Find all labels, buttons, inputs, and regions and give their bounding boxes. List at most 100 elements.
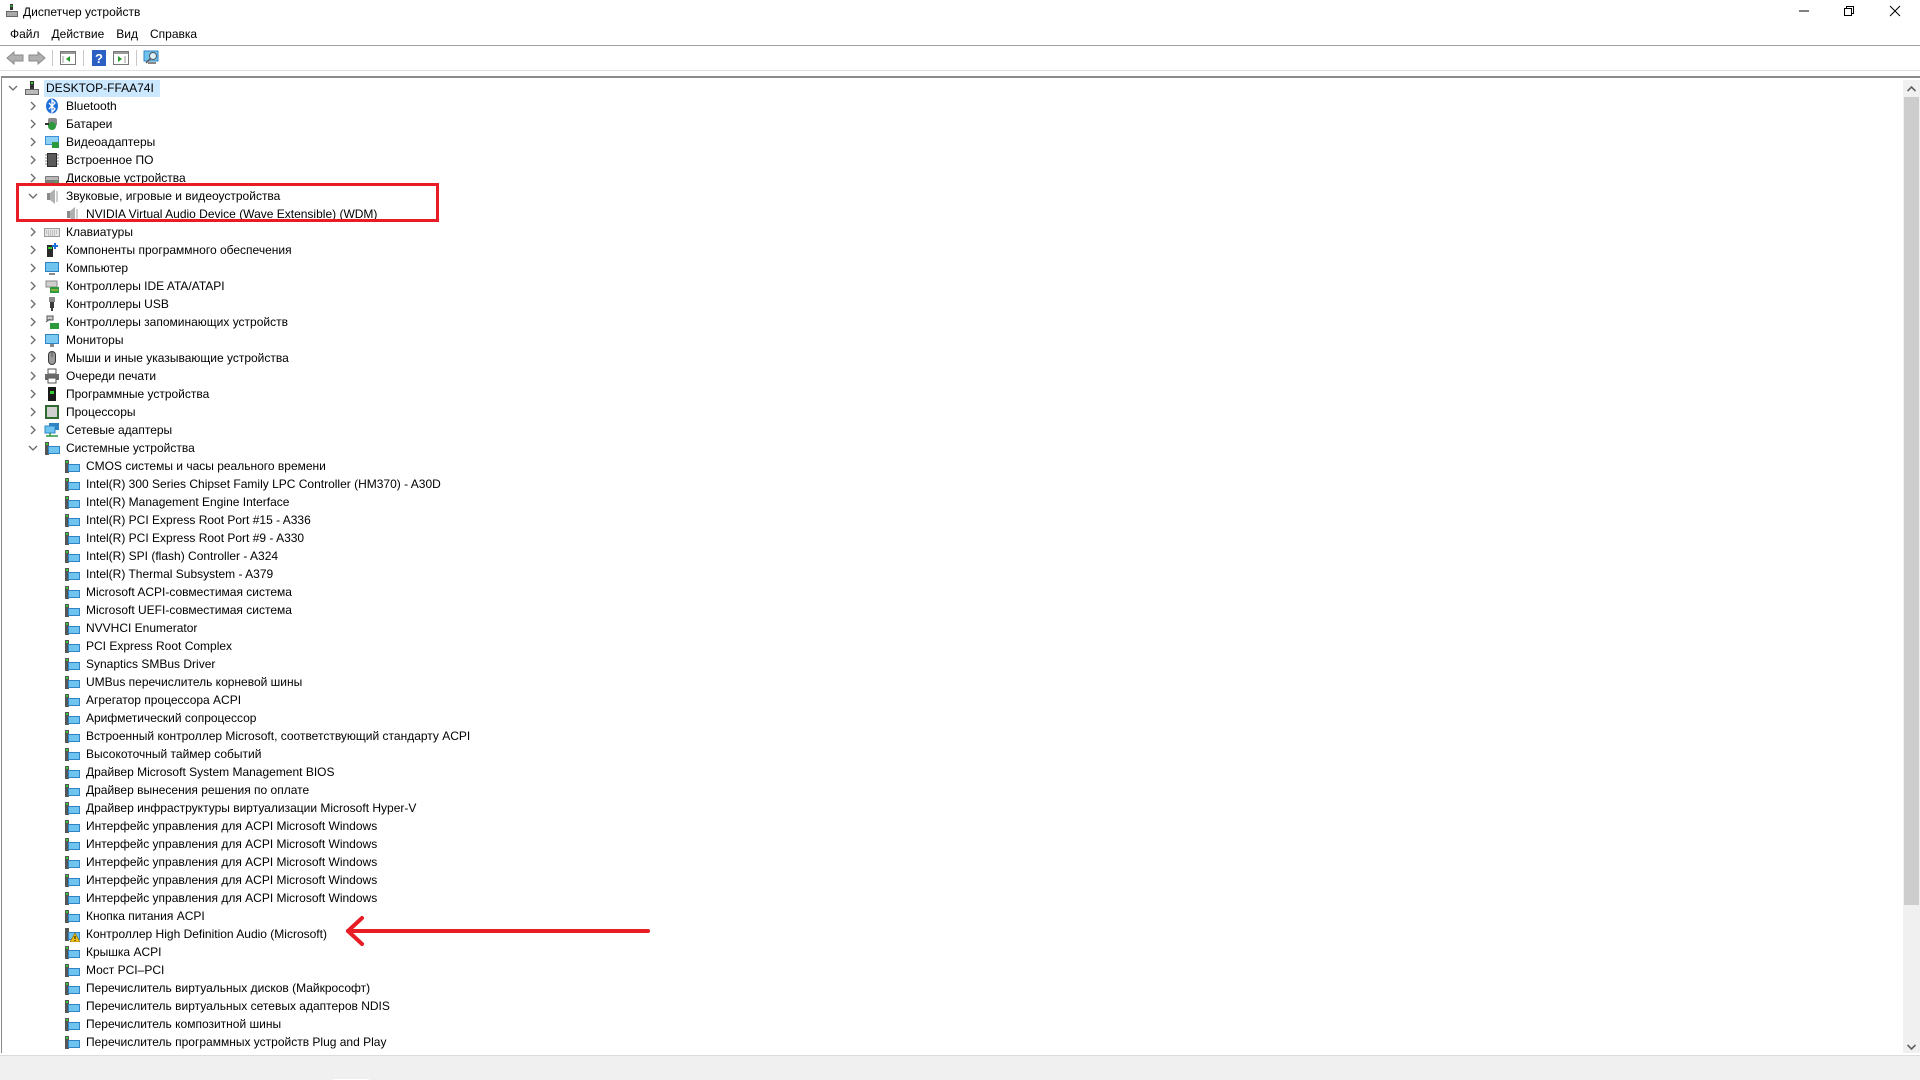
tree-category[interactable]: Встроенное ПО	[26, 151, 155, 169]
tree-category[interactable]: Компьютер	[26, 259, 130, 277]
expand-toggle[interactable]	[26, 387, 40, 401]
tree-device[interactable]: Microsoft ACPI-совместимая система	[46, 583, 294, 601]
forward-arrow-icon	[28, 51, 46, 65]
tree-device[interactable]: Microsoft UEFI-совместимая система	[46, 601, 294, 619]
help-button[interactable]: ?	[88, 48, 110, 68]
tree-device[interactable]: Агрегатор процессора ACPI	[46, 691, 243, 709]
tree-device[interactable]: Драйвер Microsoft System Management BIOS	[46, 763, 337, 781]
system-device-icon	[65, 982, 80, 995]
menu-file[interactable]: Файл	[4, 24, 46, 44]
expand-toggle[interactable]	[26, 99, 40, 113]
tree-category[interactable]: Видеоадаптеры	[26, 133, 157, 151]
tree-device[interactable]: Intel(R) 300 Series Chipset Family LPC C…	[46, 475, 443, 493]
tree-item-label: Видеоадаптеры	[66, 134, 156, 149]
tree-device-warning[interactable]: Контроллер High Definition Audio (Micros…	[46, 925, 329, 943]
expand-toggle[interactable]	[26, 117, 40, 131]
scroll-down-button[interactable]	[1903, 1038, 1920, 1053]
tree-category[interactable]: Звуковые, игровые и видеоустройства	[26, 187, 282, 205]
tree-device[interactable]: Synaptics SMBus Driver	[46, 655, 217, 673]
forward-button[interactable]	[26, 48, 48, 68]
expand-toggle[interactable]	[26, 351, 40, 365]
show-hide-console-tree-button[interactable]	[57, 48, 79, 68]
tree-device[interactable]: Арифметический сопроцессор	[46, 709, 258, 727]
show-hide-action-pane-button[interactable]	[110, 48, 132, 68]
tree-device[interactable]: Перечислитель композитной шины	[46, 1015, 283, 1033]
tree-category[interactable]: Контроллеры запоминающих устройств	[26, 313, 290, 331]
expand-toggle[interactable]	[26, 153, 40, 167]
expand-toggle[interactable]	[26, 405, 40, 419]
back-button[interactable]	[4, 48, 26, 68]
tree-device[interactable]: Интерфейс управления для ACPI Microsoft …	[46, 853, 379, 871]
tree-device[interactable]: Крышка ACPI	[46, 943, 163, 961]
expand-toggle[interactable]	[26, 297, 40, 311]
scrollbar-thumb[interactable]	[1904, 97, 1919, 905]
minimize-button[interactable]	[1781, 0, 1827, 22]
expand-toggle[interactable]	[26, 315, 40, 329]
expand-toggle[interactable]	[26, 441, 40, 455]
tree-item-label: NVIDIA Virtual Audio Device (Wave Extens…	[86, 206, 378, 221]
expand-toggle[interactable]	[26, 171, 40, 185]
tree-device[interactable]: CMOS системы и часы реального времени	[46, 457, 328, 475]
close-button[interactable]	[1872, 0, 1918, 22]
tree-device[interactable]: Перечислитель виртуальных дисков (Майкро…	[46, 979, 372, 997]
restore-button[interactable]	[1826, 0, 1872, 22]
expand-toggle[interactable]	[26, 225, 40, 239]
tree-device[interactable]: Мост PCI–PCI	[46, 961, 166, 979]
tree-category[interactable]: Контроллеры USB	[26, 295, 171, 313]
tree-device[interactable]: Intel(R) PCI Express Root Port #9 - A330	[46, 529, 306, 547]
tree-category[interactable]: Мыши и иные указывающие устройства	[26, 349, 291, 367]
menu-view[interactable]: Вид	[110, 24, 144, 44]
tree-category[interactable]: Программные устройства	[26, 385, 211, 403]
tree-category[interactable]: Контроллеры IDE ATA/ATAPI	[26, 277, 227, 295]
tree-device[interactable]: Интерфейс управления для ACPI Microsoft …	[46, 871, 379, 889]
tree-device[interactable]: Intel(R) Management Engine Interface	[46, 493, 291, 511]
expand-toggle[interactable]	[6, 81, 20, 95]
tree-device[interactable]: Интерфейс управления для ACPI Microsoft …	[46, 817, 379, 835]
expand-toggle[interactable]	[26, 261, 40, 275]
tree-device[interactable]: NVIDIA Virtual Audio Device (Wave Extens…	[46, 205, 379, 223]
tree-device[interactable]: Intel(R) Thermal Subsystem - A379	[46, 565, 275, 583]
tree-device[interactable]: Драйвер вынесения решения по оплате	[46, 781, 311, 799]
expand-toggle[interactable]	[26, 189, 40, 203]
tree-device[interactable]: Intel(R) SPI (flash) Controller - A324	[46, 547, 280, 565]
tree-device[interactable]: UMBus перечислитель корневой шины	[46, 673, 304, 691]
tree-category[interactable]: Процессоры	[26, 403, 138, 421]
tree-device[interactable]: Высокоточный таймер событий	[46, 745, 263, 763]
system-device-icon	[65, 802, 80, 815]
tree-device[interactable]: Интерфейс управления для ACPI Microsoft …	[46, 889, 379, 907]
tree-device[interactable]: Интерфейс управления для ACPI Microsoft …	[46, 835, 379, 853]
expand-toggle[interactable]	[26, 243, 40, 257]
menu-help[interactable]: Справка	[144, 24, 203, 44]
tree-device[interactable]: Встроенный контроллер Microsoft, соответ…	[46, 727, 472, 745]
tree-device[interactable]: Перечислитель виртуальных сетевых адапте…	[46, 997, 392, 1015]
expand-toggle[interactable]	[26, 333, 40, 347]
tree-device[interactable]: PCI Express Root Complex	[46, 637, 234, 655]
scan-hardware-changes-button[interactable]	[141, 48, 163, 68]
expand-toggle[interactable]	[26, 369, 40, 383]
expand-toggle[interactable]	[26, 423, 40, 437]
tree-device[interactable]: Перечислитель программных устройств Plug…	[46, 1033, 388, 1051]
tree-device[interactable]: NVVHCI Enumerator	[46, 619, 199, 637]
expand-toggle[interactable]	[26, 135, 40, 149]
tree-category[interactable]: Дисковые устройства	[26, 169, 188, 187]
tree-device[interactable]: Intel(R) PCI Express Root Port #15 - A33…	[46, 511, 313, 529]
tree-category[interactable]: Батареи	[26, 115, 114, 133]
system-device-icon	[65, 676, 80, 689]
minimize-icon	[1799, 10, 1809, 12]
tree-root-computer[interactable]: DESKTOP-FFAA74I	[6, 79, 160, 97]
tree-category[interactable]: Компоненты программного обеспечения	[26, 241, 294, 259]
tree-category[interactable]: Сетевые адаптеры	[26, 421, 174, 439]
menu-action[interactable]: Действие	[46, 24, 111, 44]
tree-category[interactable]: Клавиатуры	[26, 223, 135, 241]
tree-device[interactable]: Кнопка питания ACPI	[46, 907, 207, 925]
expand-toggle[interactable]	[26, 279, 40, 293]
tree-device[interactable]	[46, 1051, 88, 1053]
tree-category[interactable]: Системные устройства	[26, 439, 197, 457]
vertical-scrollbar[interactable]	[1903, 80, 1920, 1053]
bluetooth-icon	[46, 98, 58, 114]
tree-category[interactable]: Bluetooth	[26, 97, 119, 115]
tree-category[interactable]: Мониторы	[26, 331, 125, 349]
tree-device[interactable]: Драйвер инфраструктуры виртуализации Mic…	[46, 799, 418, 817]
scroll-up-button[interactable]	[1903, 80, 1920, 97]
tree-category[interactable]: Очереди печати	[26, 367, 158, 385]
